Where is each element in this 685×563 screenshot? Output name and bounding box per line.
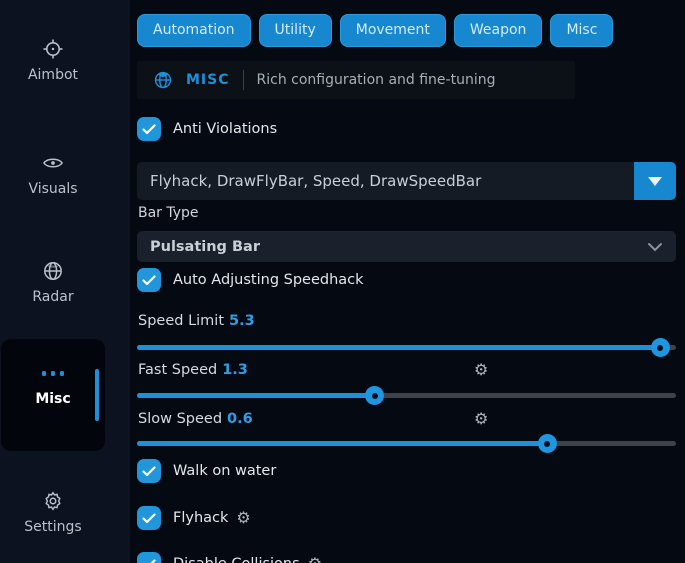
main-content: Automation Utility Movement Weapon Misc …: [137, 0, 676, 563]
sidebar-item-label: Aimbot: [28, 67, 78, 83]
check-icon: [142, 275, 156, 286]
checkbox-label: Auto Adjusting Speedhack: [173, 272, 364, 288]
globe-icon: [42, 260, 64, 282]
slow-speed-label: Slow Speed0.6: [138, 411, 253, 427]
slider-fill: [137, 393, 374, 398]
checkbox-row-disable-collisions: Disable Collisions ⚙: [137, 551, 322, 563]
speed-limit-slider-thumb[interactable]: [651, 338, 670, 357]
check-icon: [142, 559, 156, 563]
ellipsis-icon: [42, 362, 64, 384]
eye-icon: [42, 152, 64, 174]
speed-limit-value: 5.3: [229, 313, 255, 329]
check-icon: [142, 513, 156, 524]
checkbox-label: Disable Collisions ⚙: [173, 556, 322, 563]
tab-utility[interactable]: Utility: [259, 14, 332, 47]
fast-speed-slider-thumb[interactable]: [365, 386, 384, 405]
checkbox-label: Walk on water: [173, 463, 276, 479]
bar-type-select[interactable]: Pulsating Bar: [137, 231, 676, 262]
slider-fill: [137, 345, 660, 350]
fast-speed-slider[interactable]: [137, 393, 676, 398]
tab-misc[interactable]: Misc: [550, 14, 613, 47]
slow-speed-slider[interactable]: [137, 441, 676, 446]
slider-fill: [137, 441, 547, 446]
sidebar-item-label: Settings: [24, 519, 81, 535]
sidebar: Aimbot Visuals Radar Misc: [0, 0, 130, 563]
speed-limit-slider[interactable]: [137, 345, 676, 350]
bar-multiselect[interactable]: Flyhack, DrawFlyBar, Speed, DrawSpeedBar: [137, 162, 676, 200]
bar-type-label: Bar Type: [138, 205, 199, 221]
chevron-down-icon: [647, 242, 663, 252]
flyhack-gear-icon[interactable]: ⚙: [236, 510, 250, 526]
walk-on-water-checkbox[interactable]: [137, 459, 161, 483]
header-divider: [243, 70, 244, 90]
triangle-down-icon: [648, 177, 662, 186]
select-value: Pulsating Bar: [150, 239, 647, 255]
fast-speed-gear-icon[interactable]: ⚙: [474, 362, 488, 378]
sidebar-item-radar[interactable]: Radar: [0, 260, 106, 305]
globe-icon: [153, 70, 173, 90]
sidebar-item-settings[interactable]: Settings: [0, 490, 106, 535]
sidebar-item-visuals[interactable]: Visuals: [0, 152, 106, 197]
slow-speed-slider-thumb[interactable]: [538, 434, 557, 453]
checkbox-row-walk-on-water: Walk on water: [137, 458, 276, 484]
slow-speed-value: 0.6: [227, 411, 253, 427]
fast-speed-label: Fast Speed1.3: [138, 362, 248, 378]
checkbox-label: Anti Violations: [173, 121, 277, 137]
checkbox-row-flyhack: Flyhack ⚙: [137, 505, 251, 531]
check-icon: [142, 124, 156, 135]
fast-speed-value: 1.3: [222, 362, 248, 378]
sidebar-item-aimbot[interactable]: Aimbot: [0, 38, 106, 83]
disable-collisions-checkbox[interactable]: [137, 552, 161, 563]
sidebar-item-label: Misc: [35, 391, 70, 407]
check-icon: [142, 466, 156, 477]
multiselect-value: Flyhack, DrawFlyBar, Speed, DrawSpeedBar: [137, 172, 634, 190]
slow-speed-gear-icon[interactable]: ⚙: [474, 411, 488, 427]
crosshair-icon: [42, 38, 64, 60]
tab-movement[interactable]: Movement: [340, 14, 446, 47]
tab-weapon[interactable]: Weapon: [454, 14, 543, 47]
speed-limit-label: Speed Limit5.3: [138, 313, 255, 329]
section-header: MISC Rich configuration and fine-tuning: [137, 61, 575, 99]
checkbox-row-anti-violations: Anti Violations: [137, 116, 277, 142]
tab-automation[interactable]: Automation: [137, 14, 251, 47]
flyhack-checkbox[interactable]: [137, 506, 161, 530]
checkbox-row-auto-adjusting: Auto Adjusting Speedhack: [137, 267, 364, 293]
disable-collisions-gear-icon[interactable]: ⚙: [308, 556, 322, 563]
section-title: MISC: [186, 72, 230, 88]
section-subtitle: Rich configuration and fine-tuning: [257, 72, 496, 88]
dropdown-open-button[interactable]: [634, 162, 676, 200]
sidebar-item-label: Radar: [32, 289, 73, 305]
gear-icon: [42, 490, 64, 512]
sidebar-item-label: Visuals: [28, 181, 77, 197]
checkbox-label: Flyhack ⚙: [173, 510, 251, 526]
auto-adjusting-checkbox[interactable]: [137, 268, 161, 292]
sidebar-item-misc[interactable]: Misc: [0, 362, 106, 407]
category-tabs: Automation Utility Movement Weapon Misc: [137, 14, 613, 47]
anti-violations-checkbox[interactable]: [137, 117, 161, 141]
